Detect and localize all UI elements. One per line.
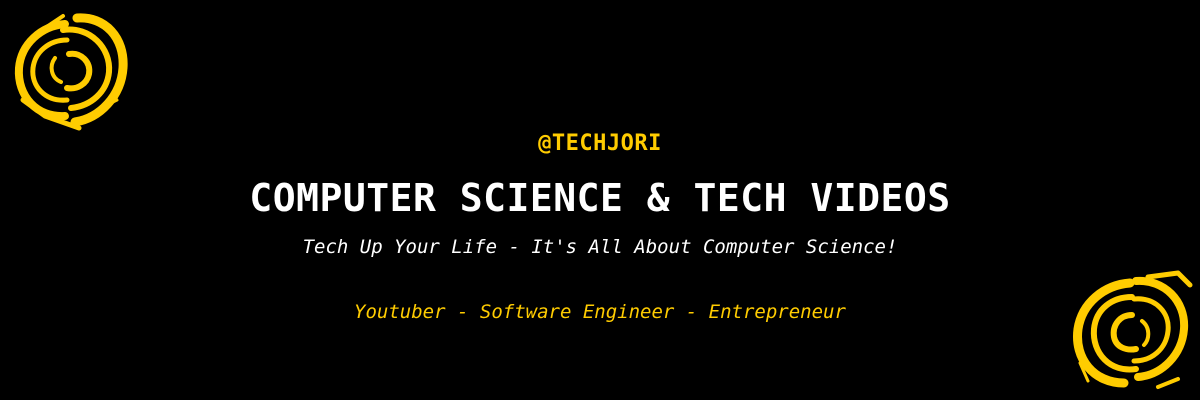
banner-text: @TECHJORI COMPUTER SCIENCE & TECH VIDEOS… [0, 0, 1200, 400]
banner-tagline: Tech Up Your Life - It's All About Compu… [302, 236, 898, 258]
banner-title: COMPUTER SCIENCE & TECH VIDEOS [249, 176, 951, 220]
channel-handle: @TECHJORI [538, 131, 662, 156]
banner-roles: Youtuber - Software Engineer - Entrepren… [354, 301, 846, 323]
channel-banner: @TECHJORI COMPUTER SCIENCE & TECH VIDEOS… [0, 0, 1200, 400]
